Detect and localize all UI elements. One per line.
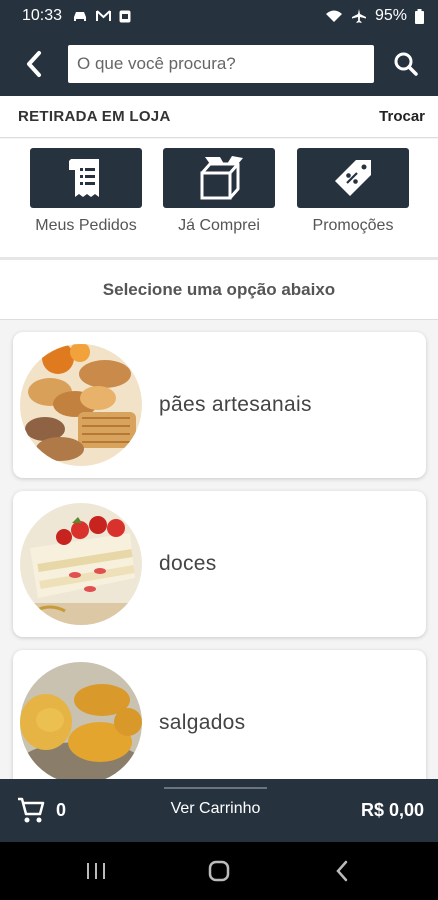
top-bar: [0, 32, 438, 96]
car-notification-icon: [72, 10, 88, 22]
category-card-savory[interactable]: salgados: [13, 650, 426, 796]
my-orders-label: Meus Pedidos: [35, 217, 137, 234]
recent-apps-icon: [87, 863, 105, 879]
home-button[interactable]: [204, 856, 234, 886]
promotions-button[interactable]: Promoções: [297, 148, 409, 235]
category-label: pães artesanais: [159, 393, 312, 416]
gmail-icon: [96, 10, 112, 22]
home-icon: [208, 860, 230, 882]
pickup-mode-label: RETIRADA EM LOJA: [18, 108, 171, 125]
category-card-breads[interactable]: pães artesanais: [13, 332, 426, 478]
cart-icon: [16, 796, 46, 829]
cart-total: R$ 0,00: [360, 800, 424, 820]
already-bought-button[interactable]: Já Comprei: [163, 148, 275, 235]
cart-count: 0: [56, 800, 67, 820]
already-bought-label: Já Comprei: [178, 217, 260, 234]
discount-tag-icon: [335, 160, 371, 196]
my-orders-button[interactable]: Meus Pedidos: [30, 148, 142, 235]
fried-snacks-photo: [20, 662, 142, 784]
my-orders-tile[interactable]: [30, 148, 142, 208]
recent-apps-button[interactable]: [81, 856, 111, 886]
back-arrow-icon: [27, 51, 41, 77]
section-subtitle: Selecione uma opção abaixo: [0, 260, 438, 320]
status-bar: 10:33 95%: [0, 0, 438, 32]
system-back-button[interactable]: [327, 856, 357, 886]
promotions-label: Promoções: [312, 217, 394, 234]
quick-actions: Meus Pedidos Já Comprei Promoções: [0, 139, 438, 257]
back-chevron-icon: [336, 860, 348, 882]
back-button[interactable]: [0, 32, 68, 96]
category-card-sweets[interactable]: doces: [13, 491, 426, 637]
cart-bar[interactable]: 0 Ver Carrinho R$ 0,00: [0, 779, 438, 842]
open-box-icon: [200, 156, 243, 200]
view-cart-button[interactable]: Ver Carrinho: [149, 800, 282, 818]
change-pickup-button[interactable]: Trocar: [379, 108, 425, 125]
receipt-icon: [69, 159, 99, 197]
category-label: doces: [159, 552, 217, 575]
search-button[interactable]: [374, 32, 438, 96]
wifi-icon: [325, 9, 343, 23]
battery-level: 95%: [374, 7, 407, 24]
battery-icon: [415, 8, 424, 24]
search-box[interactable]: [68, 45, 374, 83]
airplane-mode-icon: [351, 8, 367, 24]
app-notification-icon: [119, 10, 131, 23]
bread-photo: [20, 344, 142, 466]
status-time: 10:33: [22, 7, 63, 24]
cart-drag-handle[interactable]: [164, 787, 267, 789]
search-input[interactable]: [77, 54, 374, 74]
already-bought-tile[interactable]: [163, 148, 275, 208]
system-nav-bar: [0, 842, 438, 900]
pickup-row: RETIRADA EM LOJA Trocar: [0, 96, 438, 138]
strawberry-cake-photo: [20, 503, 142, 625]
search-icon: [394, 52, 418, 76]
promotions-tile[interactable]: [297, 148, 409, 208]
category-label: salgados: [159, 711, 246, 734]
